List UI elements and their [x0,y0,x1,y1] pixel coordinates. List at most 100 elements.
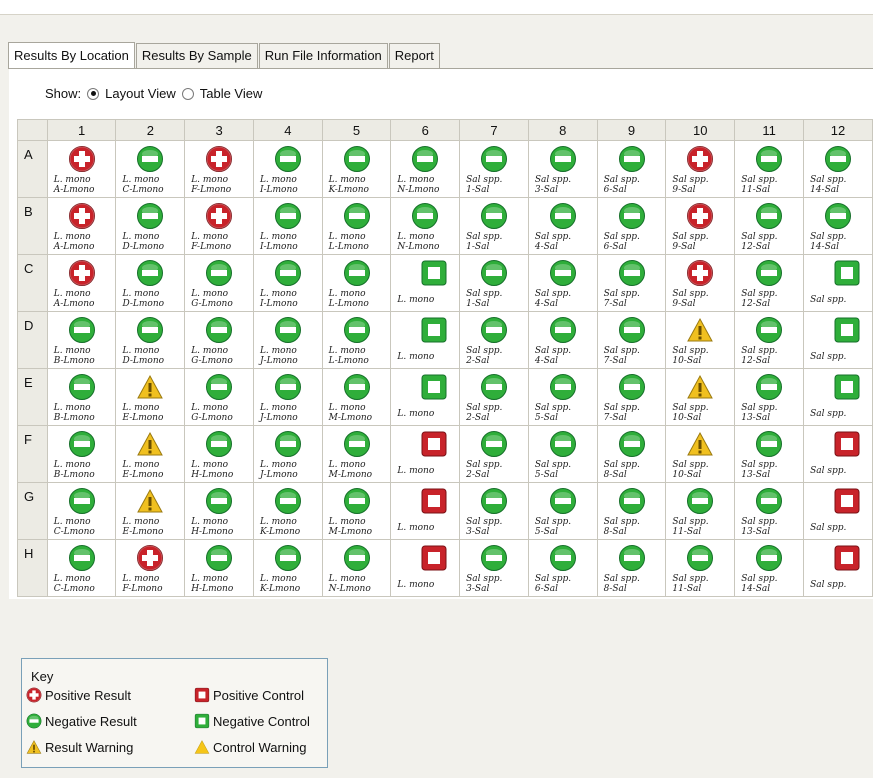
well-A12[interactable]: Sal spp. 14-Sal [803,140,873,198]
well-B8[interactable]: Sal spp. 4-Sal [527,197,598,255]
well-F7[interactable]: Sal spp. 2-Sal [459,425,529,483]
well-A4[interactable]: L. mono I-Lmono [252,140,323,198]
well-F6[interactable]: L. mono [390,425,461,483]
well-H2[interactable]: L. mono F-Lmono [115,539,186,597]
well-C12[interactable]: Sal spp. [803,254,873,312]
well-A2[interactable]: L. mono C-Lmono [115,140,186,198]
layout-view-radio[interactable] [87,87,100,100]
well-D8[interactable]: Sal spp. 4-Sal [527,311,598,369]
well-A10[interactable]: Sal spp. 9-Sal [665,140,736,198]
well-E7[interactable]: Sal spp. 2-Sal [459,368,529,426]
well-G10[interactable]: Sal spp. 11-Sal [665,482,736,540]
well-G12[interactable]: Sal spp. [803,482,873,540]
well-A5[interactable]: L. mono K-Lmono [321,140,392,198]
well-H11[interactable]: Sal spp. 14-Sal [734,539,805,597]
well-C6[interactable]: L. mono [390,254,461,312]
well-G8[interactable]: Sal spp. 5-Sal [527,482,598,540]
well-A11[interactable]: Sal spp. 11-Sal [734,140,805,198]
well-C5[interactable]: L. mono L-Lmono [321,254,392,312]
table-view-label[interactable]: Table View [200,86,263,101]
well-A9[interactable]: Sal spp. 6-Sal [596,140,667,198]
well-C11[interactable]: Sal spp. 12-Sal [734,254,805,312]
tab-report[interactable]: Report [388,43,440,68]
well-A3[interactable]: L. mono F-Lmono [184,140,254,198]
well-F9[interactable]: Sal spp. 8-Sal [596,425,667,483]
tab-results-by-sample[interactable]: Results By Sample [135,43,258,68]
well-G4[interactable]: L. mono K-Lmono [252,482,323,540]
well-F3[interactable]: L. mono H-Lmono [184,425,254,483]
well-G1[interactable]: L. mono C-Lmono [46,482,117,540]
well-B10[interactable]: Sal spp. 9-Sal [665,197,736,255]
well-D4[interactable]: L. mono J-Lmono [252,311,323,369]
well-F5[interactable]: L. mono M-Lmono [321,425,392,483]
well-B3[interactable]: L. mono F-Lmono [184,197,254,255]
well-H8[interactable]: Sal spp. 6-Sal [527,539,598,597]
well-E6[interactable]: L. mono [390,368,461,426]
table-view-radio[interactable] [181,87,194,100]
well-G2[interactable]: L. mono E-Lmono [115,482,186,540]
well-C7[interactable]: Sal spp. 1-Sal [459,254,529,312]
well-E5[interactable]: L. mono M-Lmono [321,368,392,426]
well-A6[interactable]: L. mono N-Lmono [390,140,461,198]
well-D2[interactable]: L. mono D-Lmono [115,311,186,369]
well-B9[interactable]: Sal spp. 6-Sal [596,197,667,255]
well-E2[interactable]: L. mono E-Lmono [115,368,186,426]
tab-results-by-location[interactable]: Results By Location [8,42,135,69]
well-H3[interactable]: L. mono H-Lmono [184,539,254,597]
well-F12[interactable]: Sal spp. [803,425,873,483]
well-D9[interactable]: Sal spp. 7-Sal [596,311,667,369]
well-E11[interactable]: Sal spp. 13-Sal [734,368,805,426]
well-H10[interactable]: Sal spp. 11-Sal [665,539,736,597]
tab-run-file-information[interactable]: Run File Information [258,43,388,68]
well-D5[interactable]: L. mono L-Lmono [321,311,392,369]
well-F4[interactable]: L. mono J-Lmono [252,425,323,483]
layout-view-label[interactable]: Layout View [105,86,176,101]
well-C2[interactable]: L. mono D-Lmono [115,254,186,312]
well-H6[interactable]: L. mono [390,539,461,597]
well-A1[interactable]: L. mono A-Lmono [46,140,117,198]
well-C3[interactable]: L. mono G-Lmono [184,254,254,312]
well-E4[interactable]: L. mono J-Lmono [252,368,323,426]
well-D11[interactable]: Sal spp. 12-Sal [734,311,805,369]
well-C9[interactable]: Sal spp. 7-Sal [596,254,667,312]
well-E3[interactable]: L. mono G-Lmono [184,368,254,426]
well-H9[interactable]: Sal spp. 8-Sal [596,539,667,597]
well-B12[interactable]: Sal spp. 14-Sal [803,197,873,255]
well-A7[interactable]: Sal spp. 1-Sal [459,140,529,198]
well-C8[interactable]: Sal spp. 4-Sal [527,254,598,312]
well-C4[interactable]: L. mono I-Lmono [252,254,323,312]
well-B7[interactable]: Sal spp. 1-Sal [459,197,529,255]
well-F8[interactable]: Sal spp. 5-Sal [527,425,598,483]
well-A8[interactable]: Sal spp. 3-Sal [527,140,598,198]
well-E1[interactable]: L. mono B-Lmono [46,368,117,426]
well-D1[interactable]: L. mono B-Lmono [46,311,117,369]
well-E8[interactable]: Sal spp. 5-Sal [527,368,598,426]
well-H5[interactable]: L. mono N-Lmono [321,539,392,597]
well-C10[interactable]: Sal spp. 9-Sal [665,254,736,312]
well-H4[interactable]: L. mono K-Lmono [252,539,323,597]
well-F2[interactable]: L. mono E-Lmono [115,425,186,483]
well-D7[interactable]: Sal spp. 2-Sal [459,311,529,369]
well-H7[interactable]: Sal spp. 3-Sal [459,539,529,597]
well-E12[interactable]: Sal spp. [803,368,873,426]
well-G7[interactable]: Sal spp. 3-Sal [459,482,529,540]
well-B4[interactable]: L. mono I-Lmono [252,197,323,255]
well-F10[interactable]: Sal spp. 10-Sal [665,425,736,483]
well-E9[interactable]: Sal spp. 7-Sal [596,368,667,426]
well-B5[interactable]: L. mono L-Lmono [321,197,392,255]
well-G3[interactable]: L. mono H-Lmono [184,482,254,540]
well-E10[interactable]: Sal spp. 10-Sal [665,368,736,426]
well-G9[interactable]: Sal spp. 8-Sal [596,482,667,540]
well-G11[interactable]: Sal spp. 13-Sal [734,482,805,540]
well-C1[interactable]: L. mono A-Lmono [46,254,117,312]
well-D12[interactable]: Sal spp. [803,311,873,369]
well-D6[interactable]: L. mono [390,311,461,369]
well-G5[interactable]: L. mono M-Lmono [321,482,392,540]
well-B6[interactable]: L. mono N-Lmono [390,197,461,255]
well-D3[interactable]: L. mono G-Lmono [184,311,254,369]
well-F1[interactable]: L. mono B-Lmono [46,425,117,483]
well-B11[interactable]: Sal spp. 12-Sal [734,197,805,255]
well-F11[interactable]: Sal spp. 13-Sal [734,425,805,483]
well-D10[interactable]: Sal spp. 10-Sal [665,311,736,369]
well-B2[interactable]: L. mono D-Lmono [115,197,186,255]
